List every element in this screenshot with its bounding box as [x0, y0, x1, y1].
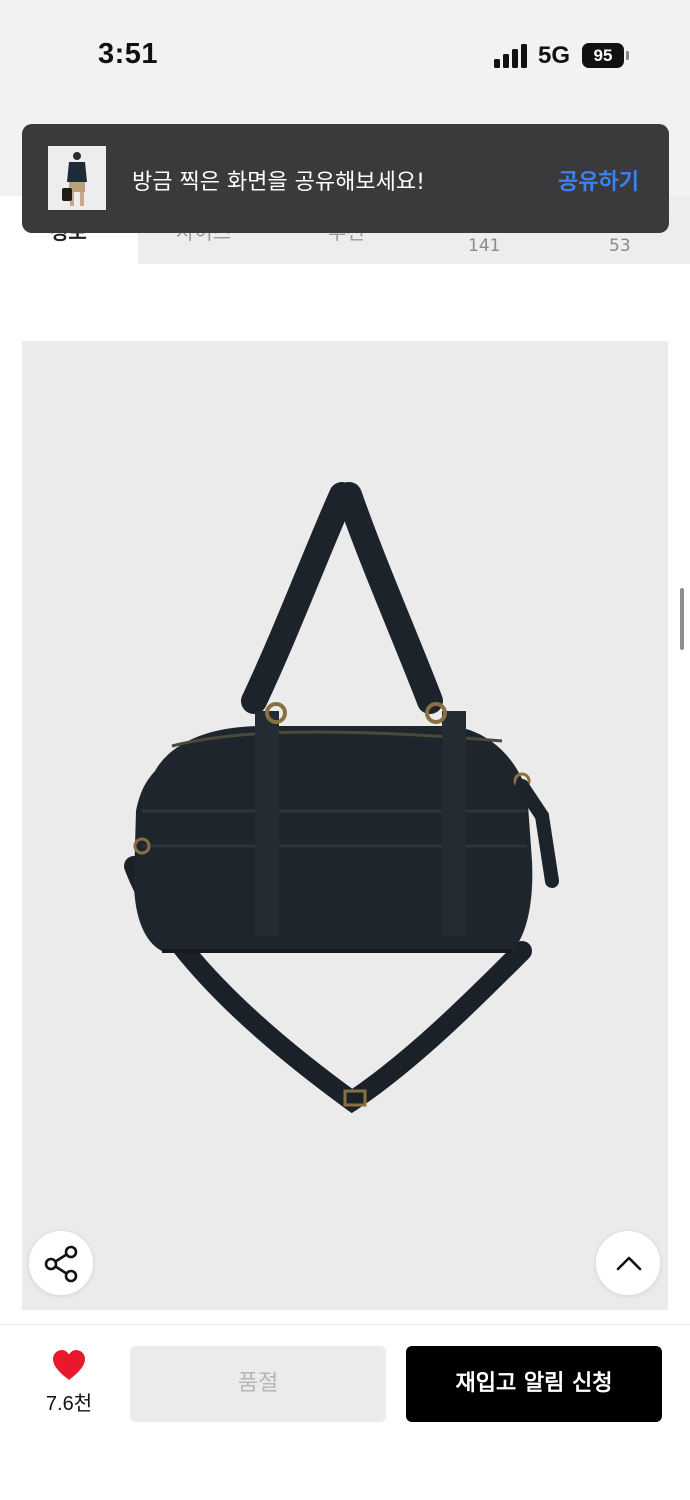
like-button[interactable]: 7.6천 — [34, 1349, 104, 1419]
tab-review-count[interactable]: 141 — [468, 236, 500, 256]
signal-icon — [494, 44, 528, 68]
status-time: 3:51 — [98, 38, 159, 70]
chevron-up-icon — [616, 1256, 642, 1271]
share-toast: 방금 찍은 화면을 공유해보세요! 공유하기 — [22, 124, 669, 233]
toast-message: 방금 찍은 화면을 공유해보세요! — [132, 170, 425, 195]
like-count: 7.6천 — [45, 1393, 93, 1415]
scroll-indicator[interactable] — [680, 588, 684, 650]
bottom-action-bar: 7.6천 품절 재입고 알림 신청 — [0, 1324, 690, 1500]
tab-qna-count[interactable]: 53 — [609, 236, 631, 256]
share-button[interactable] — [28, 1230, 94, 1296]
product-image[interactable] — [22, 341, 668, 1310]
heart-icon — [53, 1350, 85, 1380]
product-detail-page: 3:51 5G 95 정보 사이즈 추천 141 53 — [0, 0, 690, 1500]
battery-icon: 95 — [582, 43, 624, 68]
network-label: 5G — [538, 42, 571, 69]
soldout-button: 품절 — [130, 1346, 386, 1422]
restock-alert-button[interactable]: 재입고 알림 신청 — [406, 1346, 662, 1422]
battery-level: 95 — [593, 46, 613, 65]
screenshot-thumbnail[interactable] — [48, 146, 106, 210]
black-duffel-bag-image — [124, 482, 559, 1114]
scroll-top-button[interactable] — [595, 1230, 661, 1296]
battery-tip — [626, 51, 629, 60]
toast-share-button[interactable]: 공유하기 — [558, 164, 639, 196]
share-icon — [44, 1245, 78, 1283]
